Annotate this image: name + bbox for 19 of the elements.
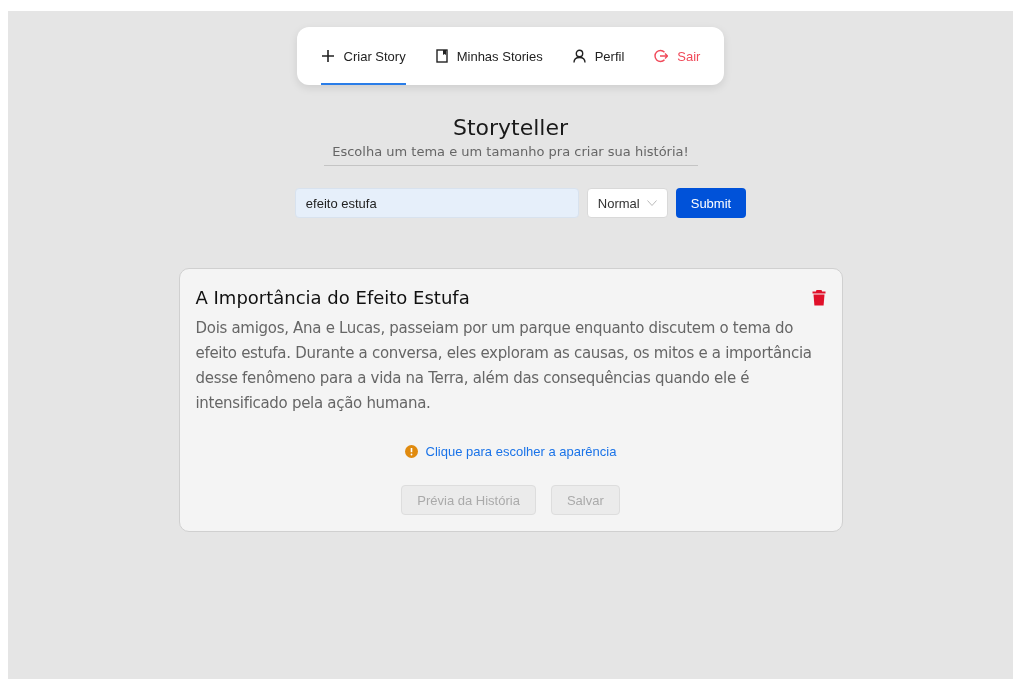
story-text: Dois amigos, Ana e Lucas, passeiam por um parque enquanto discutem o tema do efeito estufa. Durante a conversa, eles exploram as causas, os mitos e a importância desse fenômeno para a vida na Terra, além das consequências quando ele é intensificado pela ação humana. (195, 318, 813, 414)
nav-tab[interactable]: Perfil (572, 27, 625, 85)
logout-icon (654, 49, 669, 63)
page-title: Storyteller (452, 115, 569, 140)
warning-icon (404, 445, 418, 458)
appearance-link[interactable]: Clique para escolher a aparência (425, 444, 617, 459)
submit-button[interactable]: Submit (675, 188, 747, 218)
plus-icon (320, 49, 335, 63)
story-title: A Importância do Efeito Estufa (195, 287, 470, 308)
user-icon (572, 49, 586, 63)
topic-field[interactable]: efeito estufa (294, 188, 579, 218)
book-icon (435, 49, 448, 63)
chevron-down-icon (646, 200, 657, 206)
size-dropdown[interactable]: Normal (586, 188, 668, 218)
nav-tab[interactable]: Sair (654, 27, 701, 85)
page-subtitle: Escolha um tema e um tamanho pra criar sua história! (323, 144, 698, 166)
trash-icon[interactable] (811, 289, 826, 306)
nav-tab[interactable]: Criar Story (320, 27, 406, 85)
nav-tab[interactable]: Minhas Stories (435, 27, 543, 85)
